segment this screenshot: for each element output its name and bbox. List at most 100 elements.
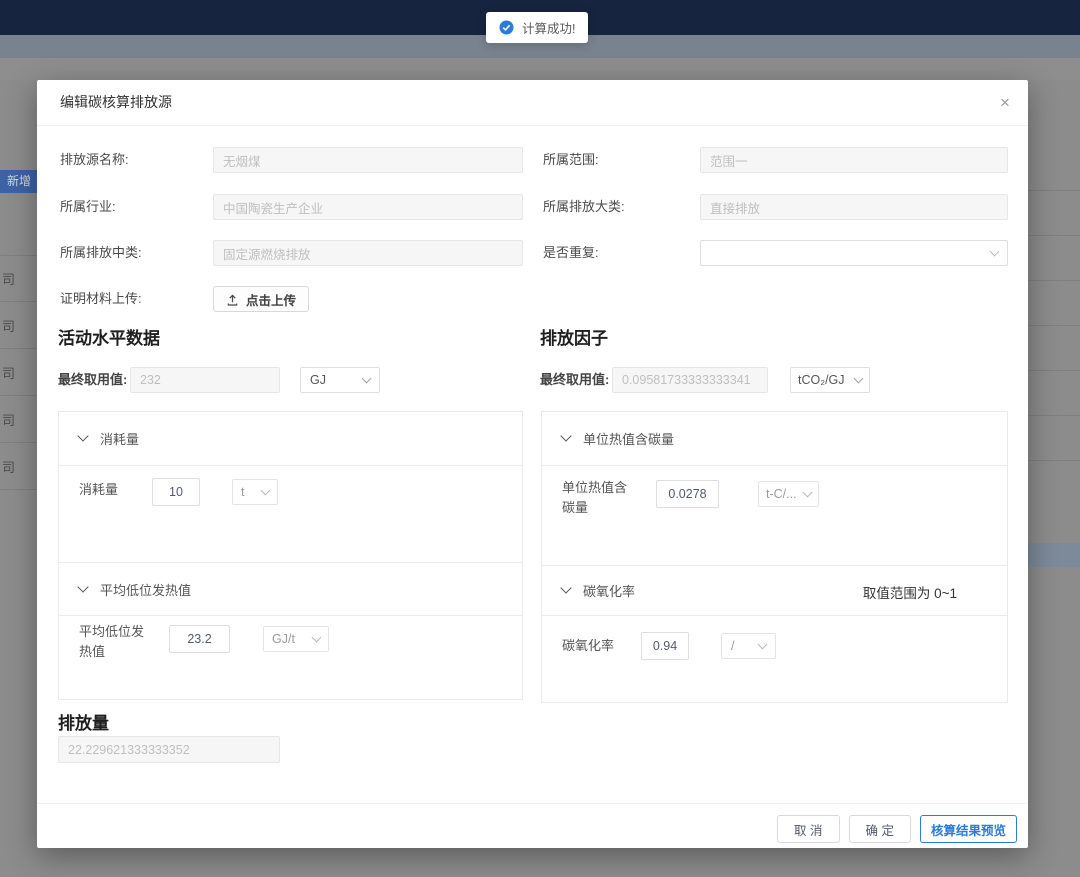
activity-panels: 消耗量 消耗量 t 平均低位发热值 平均低位发热值 GJ/t [58,411,523,700]
table-row: 司 [0,302,37,349]
dimmed-content-band [0,58,1080,80]
activity-unit-select[interactable]: GJ [300,367,380,393]
duplicate-select[interactable] [700,240,1008,266]
table-row [1028,280,1080,325]
scope-label: 所属范围: [543,147,599,173]
panel-title: 碳氧化率 [583,581,635,600]
footer-divider [37,803,1028,804]
panel-header-oxidation-rate[interactable]: 碳氧化率 取值范围为 0~1 [542,565,1007,615]
table-row [1028,370,1080,415]
heating-value-input[interactable] [169,625,230,653]
source-name-label: 排放源名称: [60,147,129,173]
heating-value-label: 平均低位发热值 [79,622,151,662]
carbon-content-label: 单位热值含碳量 [562,478,634,518]
panel-header-consumption[interactable]: 消耗量 [59,412,522,465]
success-toast: 计算成功! [486,12,588,43]
edit-emission-source-dialog: 编辑碳核算排放源 × 排放源名称: 所属范围: 所属行业: 所属排放大类: 所属… [37,80,1028,848]
upload-button-label: 点击上传 [246,290,296,309]
consumption-label: 消耗量 [79,480,118,500]
oxidation-rate-label: 碳氧化率 [562,636,614,656]
cancel-button[interactable]: 取 消 [777,815,839,843]
panel-body: 平均低位发热值 GJ/t [59,615,522,700]
source-name-input [213,147,523,173]
panel-title: 单位热值含碳量 [583,429,674,448]
table-row [1028,325,1080,370]
industry-label: 所属行业: [60,194,116,220]
collapse-chevron-icon [560,430,571,441]
panel-header-heating-value[interactable]: 平均低位发热值 [59,562,522,615]
screen: 新增 司 司 司 司 司 计算成功! 编辑碳核算排放源 × 排放源名称: [0,0,1080,877]
duplicate-label: 是否重复: [543,240,599,266]
chevron-down-icon [362,373,372,383]
chevron-down-icon [854,373,864,383]
upload-button[interactable]: 点击上传 [213,286,309,312]
carbon-content-input[interactable] [656,480,719,508]
table-row [1028,190,1080,235]
table-row: 司 [0,396,37,443]
activity-section-title: 活动水平数据 [58,324,160,349]
range-hint: 取值范围为 0~1 [863,582,957,602]
panel-title: 消耗量 [100,429,139,448]
industry-input [213,194,523,220]
collapse-chevron-icon [560,582,571,593]
panel-body: 碳氧化率 / [542,615,1007,703]
panel-body: 单位热值含碳量 t-C/... [542,465,1007,565]
table-row: 司 [0,349,37,396]
consumption-input[interactable] [152,478,200,506]
chevron-down-icon [990,246,1000,256]
factor-unit-value: tCO₂/GJ [798,373,845,387]
dialog-title: 编辑碳核算排放源 [60,80,172,125]
factor-final-input [612,367,768,393]
major-category-label: 所属排放大类: [543,194,625,220]
table-row: 司 [0,443,37,490]
header-divider [37,125,1028,126]
chevron-down-icon [758,639,768,649]
check-circle-icon [499,20,514,35]
collapse-chevron-icon [77,430,88,441]
emission-amount-input [58,736,280,763]
carbon-content-unit-select: t-C/... [758,481,819,507]
carbon-content-unit: t-C/... [766,487,797,501]
factor-unit-select[interactable]: tCO₂/GJ [790,367,870,393]
upload-label: 证明材料上传: [60,286,142,312]
toast-message: 计算成功! [522,18,575,37]
collapse-chevron-icon [77,581,88,592]
chevron-down-icon [803,487,813,497]
panel-body: 消耗量 t [59,465,522,562]
background-table-left: 司 司 司 司 司 [0,255,37,490]
background-table-right [1028,190,1080,505]
table-row: 司 [0,255,37,302]
selected-row-fragment [1028,543,1080,567]
table-row [1028,460,1080,505]
confirm-button[interactable]: 确 定 [849,815,911,843]
mid-category-label: 所属排放中类: [60,240,142,266]
panel-header-carbon-content[interactable]: 单位热值含碳量 [542,412,1007,465]
activity-final-input [130,367,280,393]
chevron-down-icon [312,632,322,642]
consumption-unit-value: t [241,485,244,499]
scope-input [700,147,1008,173]
major-category-input [700,194,1008,220]
dialog-footer: 取 消 确 定 核算结果预览 [777,815,1017,843]
oxidation-rate-unit: / [731,639,734,653]
factor-panels: 单位热值含碳量 单位热值含碳量 t-C/... 碳氧化率 取值范围为 0~1 碳… [541,411,1008,703]
emission-section-title: 排放量 [58,709,109,734]
factor-section-title: 排放因子 [540,324,608,349]
table-row [1028,235,1080,280]
activity-final-label: 最终取用值: [58,367,127,393]
panel-title: 平均低位发热值 [100,580,191,599]
mid-category-input [213,240,523,266]
oxidation-rate-input[interactable] [641,632,689,660]
upload-icon [226,293,239,306]
consumption-unit-select: t [232,479,278,505]
factor-final-label: 最终取用值: [540,367,609,393]
activity-unit-value: GJ [310,373,326,387]
heating-value-unit: GJ/t [272,632,295,646]
table-row [1028,415,1080,460]
heating-value-unit-select: GJ/t [263,626,329,652]
oxidation-rate-unit-select: / [721,633,776,659]
add-button-background: 新增 [0,170,37,193]
close-icon[interactable]: × [993,91,1017,115]
chevron-down-icon [261,485,271,495]
result-preview-button[interactable]: 核算结果预览 [920,815,1017,843]
